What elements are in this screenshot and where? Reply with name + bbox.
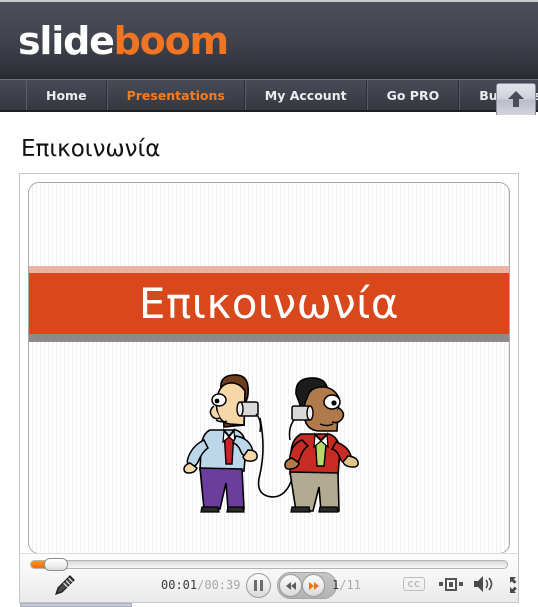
upload-button[interactable] [496, 83, 536, 115]
slide-total: 11 [346, 578, 361, 592]
next-slide-button[interactable] [302, 574, 325, 597]
seek-bar[interactable] [30, 558, 508, 571]
site-header: slideboom [0, 0, 538, 79]
logo-text-slide: slide [18, 19, 115, 63]
layout-icon[interactable] [439, 576, 463, 592]
seek-bar-handle[interactable] [44, 558, 68, 571]
time-total: 00:39 [204, 578, 241, 592]
slide-canvas[interactable]: Επικοινωνία [28, 182, 510, 554]
main-navigation: Home Presentations My Account Go PRO Bus… [0, 79, 538, 115]
nav-item-presentations[interactable]: Presentations [106, 80, 245, 110]
slide-title-banner: Επικοινωνία [29, 266, 509, 342]
fast-forward-icon [308, 581, 319, 590]
seek-bar-track[interactable] [30, 560, 508, 569]
slide-counter: 1/11 [332, 578, 361, 592]
layout-dot-left [439, 582, 443, 586]
slide-illustration [183, 374, 359, 513]
time-current: 00:01 [161, 578, 198, 592]
volume-icon[interactable] [473, 575, 495, 593]
cc-icon[interactable]: CC [403, 577, 425, 591]
time-readout: 00:01/00:39 [161, 578, 240, 592]
layout-dot-right [459, 582, 463, 586]
logo-text-boom: boom [113, 19, 229, 63]
site-logo[interactable]: slideboom [18, 19, 229, 63]
page-bottom-element [20, 603, 132, 607]
rewind-icon [285, 581, 296, 590]
previous-slide-button[interactable] [279, 574, 302, 597]
nav-item-my-account[interactable]: My Account [244, 80, 367, 110]
presentation-player: Επικοινωνία 00:01/00:39 1/11 CC [19, 173, 519, 603]
page-title: Επικοινωνία [21, 136, 161, 162]
slide-title-text: Επικοινωνία [138, 278, 400, 328]
layout-box-center [444, 577, 458, 591]
nav-item-go-pro[interactable]: Go PRO [366, 80, 460, 110]
fullscreen-icon[interactable] [509, 576, 519, 594]
control-row: 00:01/00:39 1/11 CC [20, 571, 519, 602]
nav-item-home[interactable]: Home [26, 80, 107, 110]
player-controls: 00:01/00:39 1/11 CC [20, 553, 518, 602]
pause-icon [254, 580, 263, 591]
pencil-icon[interactable] [54, 574, 76, 596]
pause-button[interactable] [246, 573, 271, 598]
